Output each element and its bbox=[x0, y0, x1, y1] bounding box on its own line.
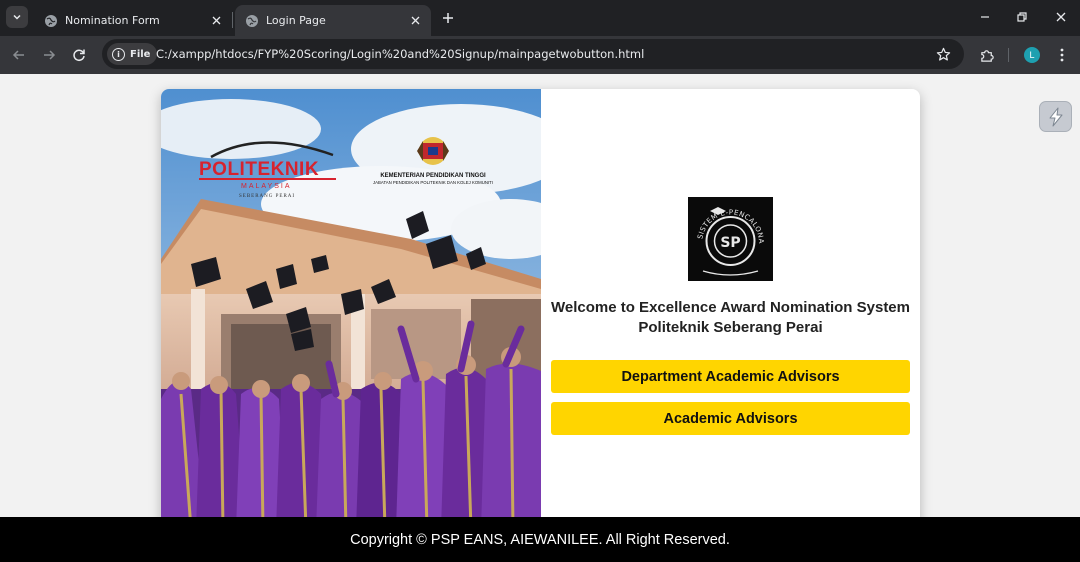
close-window-button[interactable] bbox=[1046, 4, 1076, 30]
url-text[interactable]: C:/xampp/htdocs/FYP%20Scoring/Login%20an… bbox=[156, 47, 644, 61]
restore-button[interactable] bbox=[1007, 4, 1037, 30]
tab-search-button[interactable] bbox=[6, 6, 28, 28]
tab-nomination-form[interactable]: Nomination Form bbox=[34, 5, 232, 36]
extensions-button[interactable] bbox=[975, 43, 999, 67]
minimize-button[interactable] bbox=[970, 4, 1000, 30]
arrow-left-icon bbox=[12, 50, 24, 60]
graduation-photo: POLITEKNIK MALAYSIA SEBERANG PERAI KEMEN… bbox=[161, 89, 541, 529]
floating-extension-button[interactable] bbox=[1039, 101, 1072, 132]
tab-title: Nomination Form bbox=[65, 14, 160, 27]
puzzle-icon bbox=[980, 49, 994, 62]
page-footer: Copyright © PSP EANS, AIEWANILEE. All Ri… bbox=[0, 517, 1080, 562]
toolbar-separator bbox=[1008, 48, 1009, 62]
chevron-down-icon bbox=[13, 14, 21, 20]
department-academic-advisors-button[interactable]: Department Academic Advisors bbox=[551, 360, 910, 393]
svg-text:KEMENTERIAN PENDIDIKAN TINGGI: KEMENTERIAN PENDIDIKAN TINGGI bbox=[380, 173, 486, 179]
lightning-icon bbox=[1049, 107, 1062, 126]
minimize-icon bbox=[981, 16, 989, 18]
tab-separator bbox=[232, 12, 233, 28]
browser-menu-button[interactable] bbox=[1050, 43, 1074, 67]
globe-icon bbox=[246, 14, 258, 27]
profile-button[interactable]: L bbox=[1020, 43, 1044, 67]
site-info-label: File bbox=[130, 48, 151, 60]
svg-text:MALAYSIA: MALAYSIA bbox=[241, 183, 292, 190]
bookmark-star-icon[interactable] bbox=[934, 45, 952, 63]
system-logo: SP SISTEM E-PENCALONAN bbox=[685, 191, 773, 281]
site-info-chip[interactable]: i File bbox=[107, 43, 158, 65]
more-vertical-icon bbox=[1060, 48, 1064, 62]
svg-text:POLITEKNIK: POLITEKNIK bbox=[199, 159, 319, 180]
arrow-right-icon bbox=[44, 50, 56, 60]
browser-tabstrip: Nomination Form Login Page bbox=[0, 0, 1080, 36]
page-viewport: POLITEKNIK MALAYSIA SEBERANG PERAI KEMEN… bbox=[0, 74, 1080, 562]
reload-icon bbox=[73, 49, 85, 62]
close-tab-icon[interactable] bbox=[208, 13, 224, 29]
welcome-line-1: Welcome to Excellence Award Nomination S… bbox=[550, 299, 910, 316]
tab-title: Login Page bbox=[266, 14, 326, 27]
tab-login-page[interactable]: Login Page bbox=[235, 5, 431, 36]
back-button[interactable] bbox=[7, 43, 31, 67]
reload-button[interactable] bbox=[67, 43, 91, 67]
welcome-line-2: Politeknik Seberang Perai bbox=[638, 319, 823, 336]
restore-icon bbox=[1017, 12, 1027, 22]
svg-text:SEBERANG PERAI: SEBERANG PERAI bbox=[239, 194, 295, 199]
svg-text:SP: SP bbox=[720, 235, 740, 251]
welcome-heading: Welcome to Excellence Award Nomination S… bbox=[541, 298, 920, 338]
forward-button[interactable] bbox=[37, 43, 61, 67]
address-bar[interactable]: i File C:/xampp/htdocs/FYP%20Scoring/Log… bbox=[102, 39, 964, 69]
svg-text:JABATAN PENDIDIKAN POLITEKNIK: JABATAN PENDIDIKAN POLITEKNIK DAN KOLEJ … bbox=[373, 180, 493, 185]
globe-icon bbox=[45, 14, 57, 27]
login-card: POLITEKNIK MALAYSIA SEBERANG PERAI KEMEN… bbox=[161, 89, 920, 529]
new-tab-button[interactable] bbox=[438, 8, 458, 28]
academic-advisors-button[interactable]: Academic Advisors bbox=[551, 402, 910, 435]
info-icon: i bbox=[112, 47, 125, 61]
close-tab-icon[interactable] bbox=[407, 13, 423, 29]
welcome-panel: SP SISTEM E-PENCALONAN Welcome to Excell… bbox=[541, 89, 920, 529]
avatar: L bbox=[1024, 47, 1040, 63]
browser-toolbar: i File C:/xampp/htdocs/FYP%20Scoring/Log… bbox=[0, 36, 1080, 74]
close-icon bbox=[1056, 12, 1066, 22]
plus-icon bbox=[443, 13, 453, 23]
